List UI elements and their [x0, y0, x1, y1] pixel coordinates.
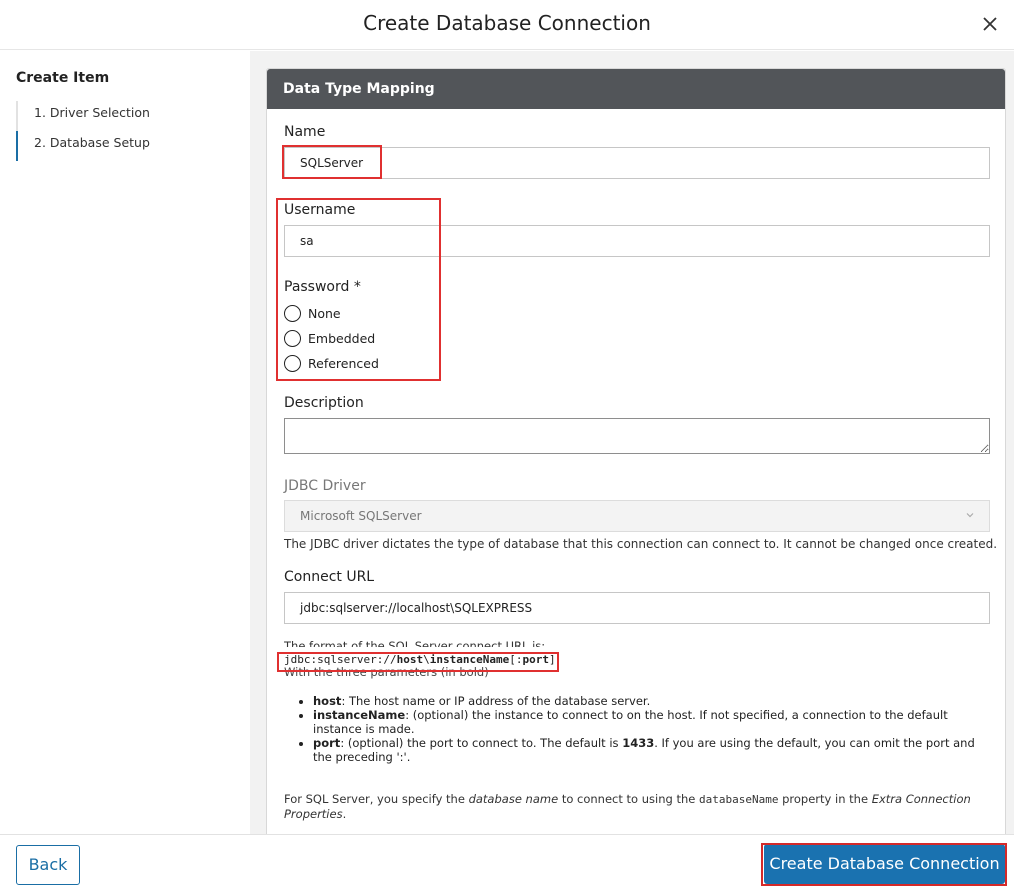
step-driver-selection[interactable]: 1. Driver Selection [16, 101, 216, 131]
chevron-down-icon [966, 513, 974, 518]
radio-label: Referenced [308, 356, 379, 371]
jdbc-driver-value: Microsoft SQLServer [300, 509, 422, 523]
dialog-title: Create Database Connection [363, 11, 651, 35]
list-item: instanceName: (optional) the instance to… [313, 708, 997, 736]
close-icon[interactable] [978, 12, 1002, 36]
radio-circle-icon [284, 330, 301, 347]
panel-heading: Data Type Mapping [267, 69, 1005, 109]
params-list: host: The host name or IP address of the… [297, 694, 997, 764]
description-label: Description [284, 395, 364, 411]
radio-circle-icon [284, 305, 301, 322]
radio-circle-icon [284, 355, 301, 372]
connect-url-input[interactable]: jdbc:sqlserver://localhost\SQLEXPRESS [284, 592, 990, 624]
list-item: host: The host name or IP address of the… [313, 694, 997, 708]
format-params-intro: With the three parameters (in bold) [284, 665, 489, 679]
password-referenced-radio[interactable]: Referenced [284, 355, 379, 372]
name-input[interactable]: SQLServer [284, 147, 990, 179]
radio-label: Embedded [308, 331, 376, 346]
connect-url-label: Connect URL [284, 569, 375, 585]
name-label: Name [284, 124, 326, 140]
main-content: Data Type Mapping Name SQLServer Usernam… [250, 51, 1014, 834]
username-label: Username [284, 202, 356, 218]
back-button[interactable]: Back [16, 845, 80, 885]
step-database-setup[interactable]: 2. Database Setup [16, 131, 216, 161]
jdbc-driver-label: JDBC Driver [284, 478, 366, 494]
password-none-radio[interactable]: None [284, 305, 341, 322]
create-database-connection-button[interactable]: Create Database Connection [764, 844, 1005, 884]
radio-label: None [308, 306, 341, 321]
sql-server-note: For SQL Server, you specify the database… [284, 792, 971, 821]
description-textarea[interactable] [284, 418, 990, 454]
wizard-sidebar: Create Item 1. Driver Selection 2. Datab… [0, 51, 250, 834]
form-panel: Data Type Mapping Name SQLServer Usernam… [266, 68, 1006, 834]
list-item: port: (optional) the port to connect to.… [313, 736, 997, 764]
format-intro: The format of the SQL Server connect URL… [284, 639, 546, 647]
dialog-footer: Back Create Database Connection [0, 834, 1014, 886]
password-label: Password * [284, 279, 361, 295]
sidebar-heading: Create Item [16, 70, 110, 86]
username-input[interactable]: sa [284, 225, 990, 257]
jdbc-driver-help: The JDBC driver dictates the type of dat… [284, 537, 998, 551]
jdbc-driver-select: Microsoft SQLServer [284, 500, 990, 532]
password-embedded-radio[interactable]: Embedded [284, 330, 375, 347]
dialog-header: Create Database Connection [0, 0, 1014, 50]
